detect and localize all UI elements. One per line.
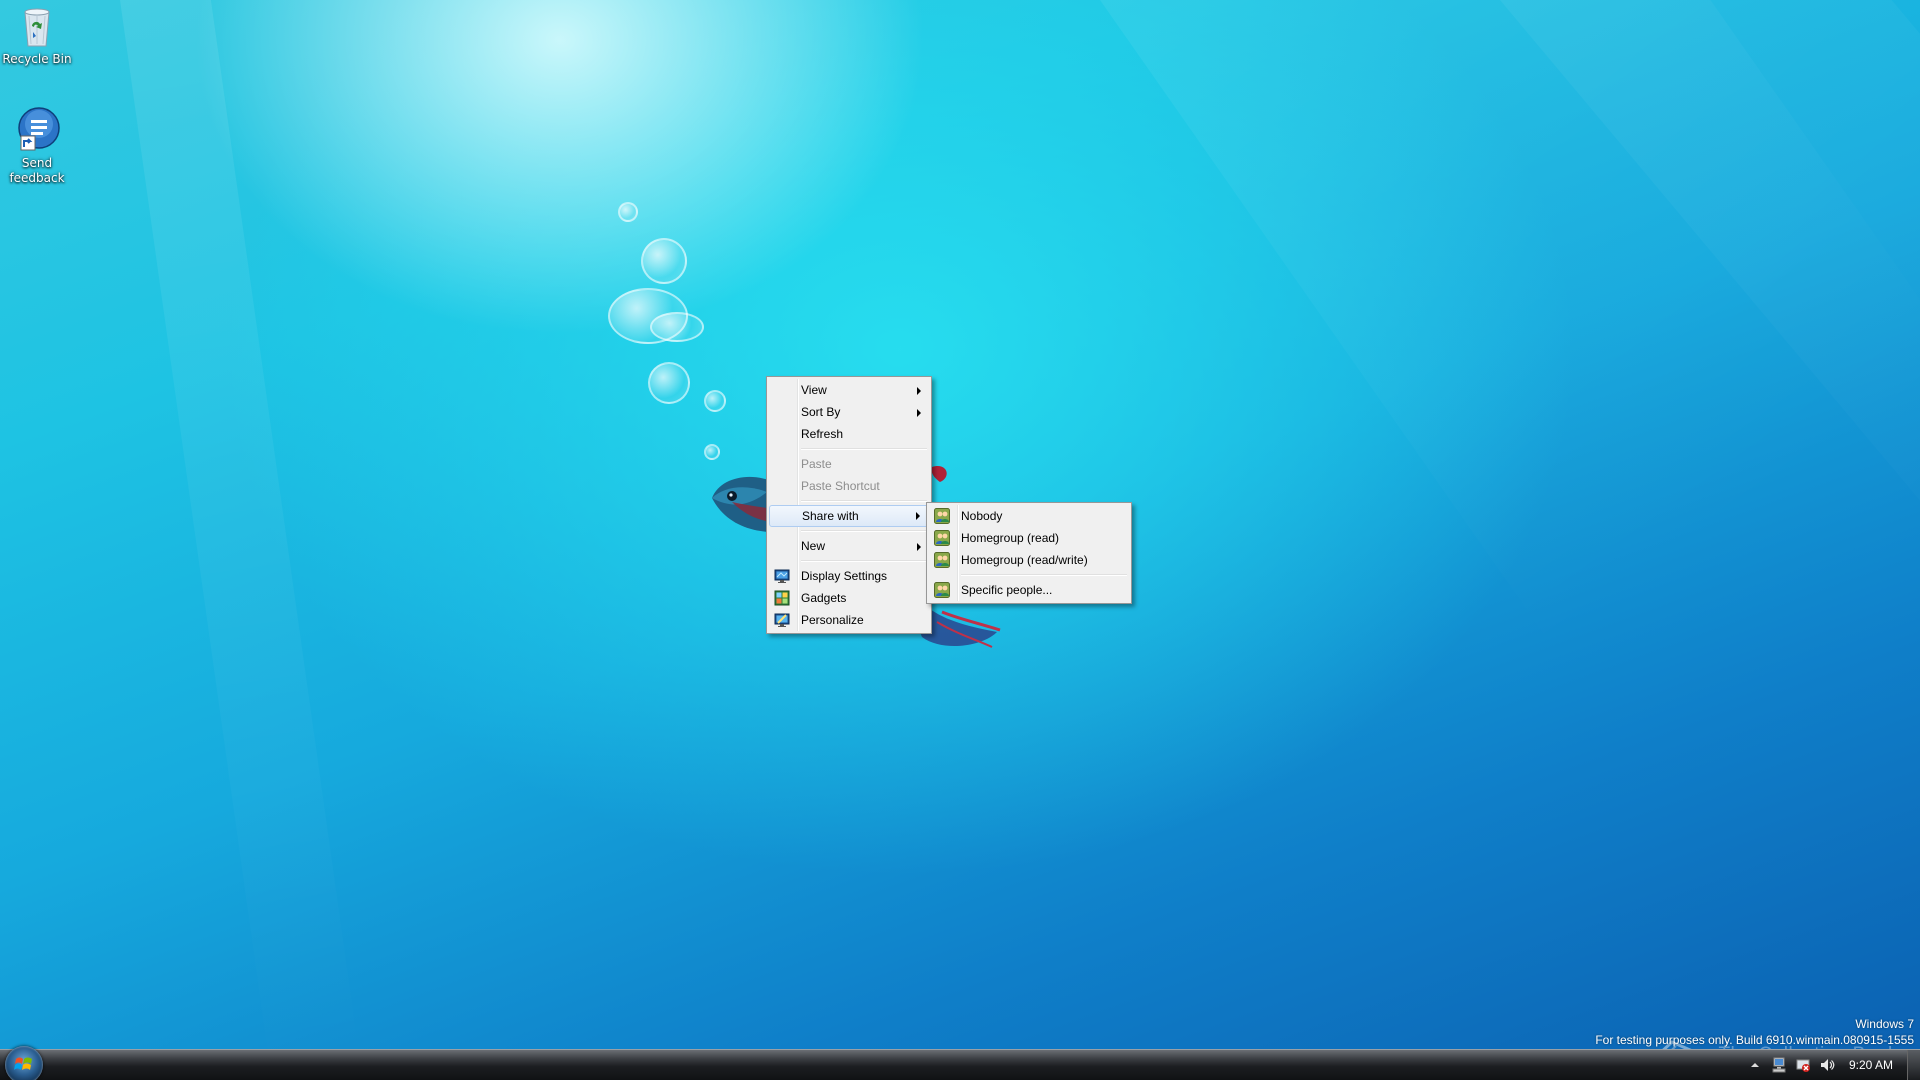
menu-item-share-with[interactable]: Share with: [769, 505, 929, 527]
menu-item-label: View: [801, 383, 827, 397]
menu-item-label: Refresh: [801, 427, 844, 441]
submenu-item-homegroup-read[interactable]: Homegroup (read): [929, 527, 1129, 549]
network-icon[interactable]: [1771, 1057, 1787, 1073]
desktop-icon-send-feedback[interactable]: Send feedback: [0, 106, 75, 186]
show-hidden-icons-arrow-icon[interactable]: [1747, 1057, 1763, 1073]
menu-item-paste: Paste: [769, 453, 929, 475]
bubble: [704, 444, 720, 460]
people-icon: [934, 508, 950, 524]
recycle-bin-icon: [13, 2, 61, 50]
menu-item-paste-shortcut: Paste Shortcut: [769, 475, 929, 497]
menu-item-label: Display Settings: [801, 569, 888, 583]
menu-item-label: Nobody: [961, 509, 1003, 523]
watermark-build-string: For testing purposes only. Build 6910.wi…: [1595, 1033, 1914, 1047]
action-center-icon[interactable]: [1795, 1057, 1811, 1073]
personalize-icon: [774, 612, 790, 628]
light-ray: [120, 0, 363, 1080]
watermark-os-name: Windows 7: [1855, 1017, 1914, 1031]
send-feedback-icon: [13, 106, 61, 154]
menu-item-personalize[interactable]: Personalize: [769, 609, 929, 631]
taskbar: 9:20 AM: [0, 1046, 1920, 1080]
submenu-arrow-icon: [917, 387, 921, 395]
clock[interactable]: 9:20 AM: [1849, 1058, 1893, 1072]
people-icon: [934, 582, 950, 598]
desktop-icon-label: Recycle Bin: [2, 52, 72, 66]
desktop[interactable]: Recycle Bin Send feedback View Sort By R…: [0, 0, 1920, 1080]
menu-separator: [801, 500, 927, 502]
submenu-arrow-icon: [916, 512, 920, 520]
menu-item-label: Gadgets: [801, 591, 847, 605]
menu-item-label: Personalize: [801, 613, 864, 627]
submenu-item-homegroup-read-write[interactable]: Homegroup (read/write): [929, 549, 1129, 571]
menu-item-label: New: [801, 539, 826, 553]
share-with-submenu: Nobody Homegroup (read) Homegroup (read/…: [926, 502, 1132, 604]
gadgets-icon: [774, 590, 790, 606]
menu-item-label: Homegroup (read): [961, 531, 1060, 545]
build-watermark: Windows 7 For testing purposes only. Bui…: [1595, 1016, 1914, 1048]
submenu-item-nobody[interactable]: Nobody: [929, 505, 1129, 527]
menu-item-display-settings[interactable]: Display Settings: [769, 565, 929, 587]
submenu-arrow-icon: [917, 543, 921, 551]
menu-item-refresh[interactable]: Refresh: [769, 423, 929, 445]
menu-item-view[interactable]: View: [769, 379, 929, 401]
bubble: [648, 362, 690, 404]
menu-item-label: Paste Shortcut: [801, 479, 880, 493]
menu-separator: [961, 574, 1127, 576]
menu-separator: [801, 560, 927, 562]
system-tray: 9:20 AM: [1743, 1050, 1920, 1080]
submenu-item-specific-people[interactable]: Specific people...: [929, 579, 1129, 601]
display-settings-icon: [774, 568, 790, 584]
desktop-icon-recycle-bin[interactable]: Recycle Bin: [0, 2, 75, 67]
menu-item-label: Homegroup (read/write): [961, 553, 1088, 567]
people-icon: [934, 552, 950, 568]
menu-item-label: Share with: [802, 509, 859, 523]
volume-icon[interactable]: [1819, 1057, 1835, 1073]
windows-logo-icon: [14, 1057, 32, 1070]
show-desktop-button[interactable]: [1907, 1050, 1920, 1080]
menu-item-label: Specific people...: [961, 583, 1053, 597]
submenu-arrow-icon: [917, 409, 921, 417]
menu-separator: [801, 530, 927, 532]
menu-separator: [801, 448, 927, 450]
menu-item-new[interactable]: New: [769, 535, 929, 557]
menu-item-label: Paste: [801, 457, 832, 471]
bubble: [618, 202, 638, 222]
bubble: [704, 390, 726, 412]
bubble: [641, 238, 687, 284]
desktop-context-menu: View Sort By Refresh Paste Paste Shortcu…: [766, 376, 932, 634]
menu-item-sort-by[interactable]: Sort By: [769, 401, 929, 423]
people-icon: [934, 530, 950, 546]
bubble: [650, 312, 704, 342]
start-button[interactable]: [5, 1046, 43, 1080]
menu-item-label: Sort By: [801, 405, 841, 419]
menu-item-gadgets[interactable]: Gadgets: [769, 587, 929, 609]
desktop-icon-label: Send feedback: [9, 156, 65, 185]
